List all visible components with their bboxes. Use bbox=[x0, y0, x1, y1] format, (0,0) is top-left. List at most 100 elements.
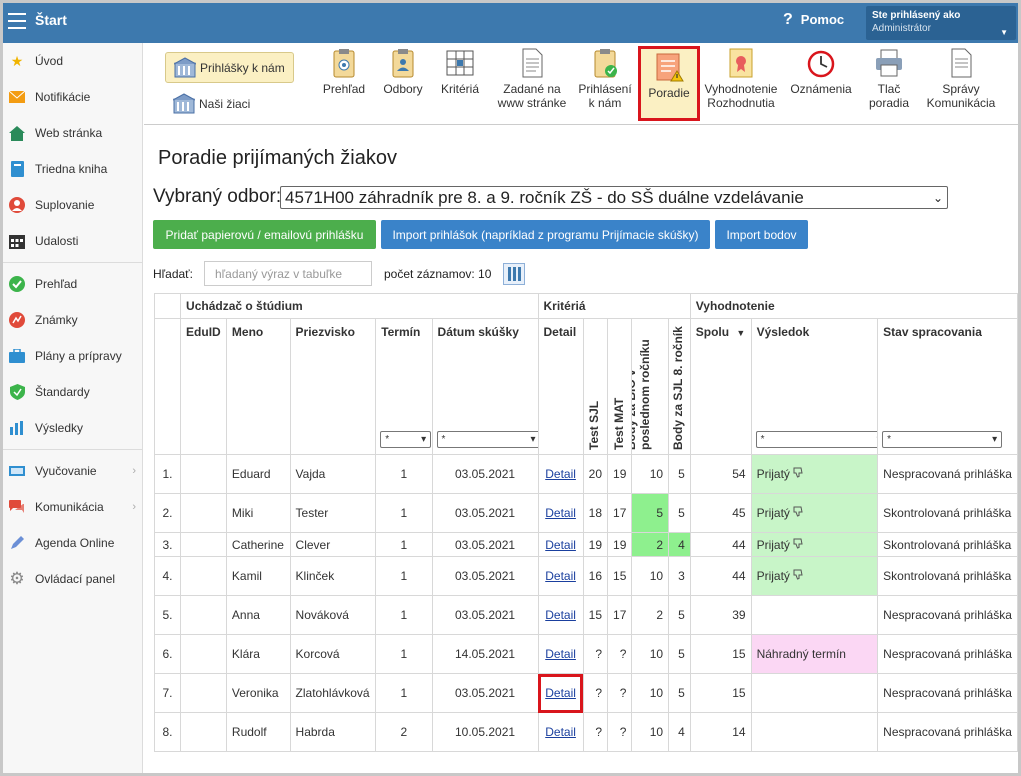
detail-link[interactable]: Detail bbox=[545, 467, 576, 481]
toolbar-label: Prehľad bbox=[322, 82, 366, 96]
col-termin[interactable]: Termín * ▾ bbox=[375, 318, 433, 455]
detail-link[interactable]: Detail bbox=[545, 647, 576, 661]
toolbar-zadane-www[interactable]: Zadané na www stránke bbox=[494, 47, 570, 110]
cell-termin: 2 bbox=[375, 712, 433, 752]
sidebar-item-komunikacia[interactable]: Komunikácia › bbox=[3, 489, 142, 525]
clipboard-eye-icon bbox=[333, 49, 355, 78]
cell-test-mat: 17 bbox=[607, 595, 633, 635]
record-count: počet záznamov: 10 bbox=[384, 267, 492, 281]
col-eduid[interactable]: EduID bbox=[180, 318, 227, 455]
nasi-ziaci-button[interactable]: Naši žiaci bbox=[165, 88, 294, 119]
datum-filter[interactable]: * ▾ bbox=[436, 431, 538, 448]
detail-link[interactable]: Detail bbox=[545, 506, 576, 520]
sidebar-item-label: Ovládací panel bbox=[35, 572, 116, 586]
sidebar-item-notifikacie[interactable]: Notifikácie bbox=[3, 79, 142, 115]
col-priezvisko[interactable]: Priezvisko bbox=[289, 318, 377, 455]
cell-bio: 2 bbox=[631, 595, 670, 635]
cell-sjl8: 5 bbox=[668, 454, 691, 494]
detail-link[interactable]: Detail bbox=[545, 569, 576, 583]
sidebar-item-triedna-kniha[interactable]: Triedna kniha bbox=[3, 151, 142, 187]
cell-test-mat: 19 bbox=[607, 532, 633, 557]
col-bio-label: Body za BIO v poslednom ročníku bbox=[631, 339, 653, 450]
cell-detail: Detail bbox=[537, 712, 584, 752]
cell-meno: Rudolf bbox=[225, 712, 291, 752]
sidebar-item-vyucovanie[interactable]: Vyučovanie › bbox=[3, 453, 142, 489]
cell-termin: 1 bbox=[375, 556, 433, 596]
stav-filter[interactable]: * ▾ bbox=[882, 431, 1003, 448]
col-sjl8-label: Body za SJL 8. ročník bbox=[671, 326, 686, 450]
toolbar-odbory[interactable]: Odbory bbox=[379, 47, 427, 96]
table-row: 4. Kamil Klinček 1 03.05.2021 Detail 16 15 10 3 44… bbox=[153, 556, 1018, 596]
prihlasky-k-nam-button[interactable]: Prihlášky k nám bbox=[165, 52, 294, 83]
toolbar-label: Oznámenia bbox=[790, 82, 852, 96]
col-test-mat[interactable]: Test MAT bbox=[607, 318, 633, 455]
sidebar-item-standardy[interactable]: Štandardy bbox=[3, 374, 142, 410]
sidebar-item-web[interactable]: Web stránka bbox=[3, 115, 142, 151]
toolbar-label-2: poradia bbox=[868, 96, 910, 110]
board-icon bbox=[8, 462, 26, 480]
cell-eduid bbox=[180, 532, 227, 557]
col-sjl8[interactable]: Body za SJL 8. ročník bbox=[668, 318, 691, 455]
sidebar-item-vysledky[interactable]: Výsledky bbox=[3, 410, 142, 446]
sidebar-item-label: Prehľad bbox=[35, 277, 78, 291]
sidebar-item-udalosti[interactable]: Udalosti bbox=[3, 223, 142, 259]
table-row: 1. Eduard Vajda 1 03.05.2021 Detail 20 19 10 5 54 P… bbox=[153, 454, 1018, 494]
detail-link[interactable]: Detail bbox=[545, 538, 576, 552]
toolbar-tlac[interactable]: Tlač poradia bbox=[862, 47, 916, 110]
toolbar-oznamenia[interactable]: Oznámenia bbox=[787, 47, 855, 96]
sidebar-item-label: Komunikácia bbox=[35, 500, 104, 514]
sidebar-divider bbox=[3, 449, 142, 450]
cell-eduid bbox=[180, 712, 227, 752]
cell-meno: Eduard bbox=[225, 454, 291, 494]
import-applications-button[interactable]: Import prihlášok (napríklad z programu P… bbox=[381, 220, 710, 249]
col-spolu[interactable]: Spolu ▼ bbox=[689, 318, 752, 455]
vysledok-filter[interactable]: *▾ bbox=[755, 431, 877, 448]
help-link[interactable]: ? Pomoc bbox=[783, 11, 844, 29]
column-picker-icon[interactable] bbox=[503, 263, 525, 285]
toolbar-prihlaseni[interactable]: Prihlásení k nám bbox=[576, 47, 634, 110]
toolbar-vyhodnotenie[interactable]: Vyhodnotenie Rozhodnutia bbox=[702, 47, 780, 110]
col-stav[interactable]: Stav spracovania * ▾ bbox=[877, 318, 1018, 455]
sidebar-item-plany[interactable]: Plány a prípravy bbox=[3, 338, 142, 374]
import-points-button[interactable]: Import bodov bbox=[715, 220, 808, 249]
sidebar-item-uvod[interactable]: ★ Úvod bbox=[3, 43, 142, 79]
col-test-sjl[interactable]: Test SJL bbox=[582, 318, 609, 455]
toolbar-label: Tlač bbox=[877, 82, 901, 96]
cell-test-mat: ? bbox=[607, 712, 633, 752]
sidebar-item-ovladaci-panel[interactable]: ⚙ Ovládací panel bbox=[3, 561, 142, 597]
app-title[interactable]: Štart bbox=[35, 12, 67, 28]
menu-icon[interactable] bbox=[8, 13, 26, 29]
add-paper-application-button[interactable]: Pridať papierovú / emailovú prihlášku bbox=[153, 220, 376, 249]
col-test-mat-label: Test MAT bbox=[611, 397, 626, 450]
col-datum[interactable]: Dátum skúšky * ▾ bbox=[431, 318, 539, 455]
sidebar-item-agenda[interactable]: Agenda Online bbox=[3, 525, 142, 561]
toolbar-prehlad[interactable]: Prehľad bbox=[320, 47, 368, 96]
check-circle-icon bbox=[8, 275, 26, 293]
user-menu[interactable]: Ste prihlásený ako Administrátor ▼ bbox=[866, 6, 1016, 40]
detail-link[interactable]: Detail bbox=[545, 686, 576, 700]
chart-icon bbox=[8, 311, 26, 329]
toolbar-kriteria[interactable]: Kritériá bbox=[435, 47, 485, 96]
toolbar-poradie[interactable]: Poradie bbox=[638, 46, 700, 121]
cell-bio: 10 bbox=[631, 556, 670, 596]
detail-link[interactable]: Detail bbox=[545, 725, 576, 739]
col-bio[interactable]: Body za BIO v poslednom ročníku bbox=[631, 318, 670, 455]
odbor-select[interactable]: 4571H00 záhradník pre 8. a 9. ročník ZŠ … bbox=[280, 186, 948, 209]
ranking-table: Uchádzač o štúdium Kritériá Vyhodnotenie… bbox=[153, 293, 1018, 752]
col-meno[interactable]: Meno bbox=[225, 318, 291, 455]
group-evaluation: Vyhodnotenie bbox=[689, 293, 1018, 319]
detail-link[interactable]: Detail bbox=[545, 608, 576, 622]
cell-spolu: 44 bbox=[689, 556, 752, 596]
toolbar-label: Kritériá bbox=[440, 82, 479, 96]
col-vysledok[interactable]: Výsledok *▾ bbox=[750, 318, 879, 455]
prihlasky-label: Prihlášky k nám bbox=[200, 60, 285, 75]
termin-filter[interactable]: * ▾ bbox=[380, 431, 432, 448]
sidebar-item-suplovanie[interactable]: Suplovanie bbox=[3, 187, 142, 223]
toolbar-spravy[interactable]: Správy Komunikácia bbox=[923, 47, 999, 110]
search-input[interactable]: hľadaný výraz v tabuľke bbox=[204, 261, 372, 286]
printer-icon bbox=[876, 49, 902, 77]
sidebar-item-label: Výsledky bbox=[35, 421, 84, 435]
sidebar-item-znamky[interactable]: Známky bbox=[3, 302, 142, 338]
sidebar-item-label: Vyučovanie bbox=[35, 464, 97, 478]
sidebar-item-prehlad[interactable]: Prehľad bbox=[3, 266, 142, 302]
